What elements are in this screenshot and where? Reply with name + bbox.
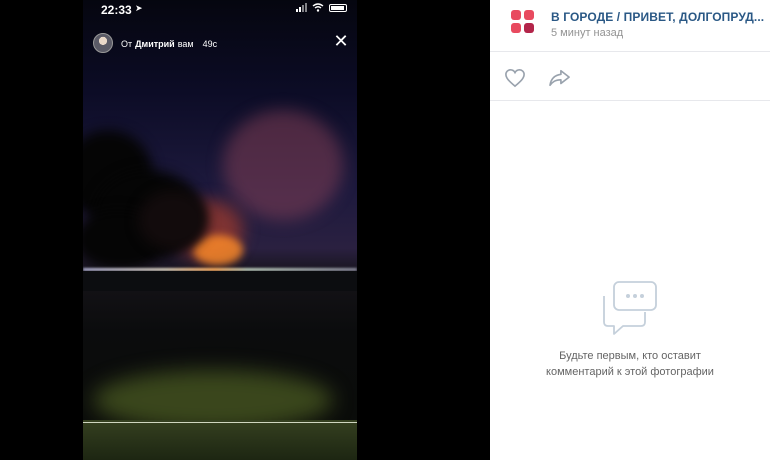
story-header: От Дмитрий вам 49с ✕ (83, 32, 357, 59)
location-arrow-icon: ➤ (135, 3, 143, 13)
story-photo[interactable]: 22:33 ➤ От Дмитрий вам 49с ✕ (83, 0, 357, 460)
group-name-link[interactable]: В ГОРОДЕ / ПРИВЕТ, ДОЛГОПРУД... (551, 10, 764, 24)
share-icon[interactable] (548, 68, 572, 88)
empty-comments-line1: Будьте первым, кто оставит (559, 350, 701, 362)
shoreline (83, 271, 357, 291)
comment-bubble-icon (603, 281, 657, 335)
smoke-cloud (138, 190, 208, 250)
empty-comments-line2: комментарий к этой фотографии (546, 366, 714, 378)
close-icon[interactable]: ✕ (333, 32, 349, 50)
status-time: 22:33 (101, 3, 132, 17)
post-panel: В ГОРОДЕ / ПРИВЕТ, ДОЛГОПРУД... 5 минут … (490, 0, 770, 460)
fire (193, 235, 243, 265)
post-time[interactable]: 5 минут назад (551, 27, 623, 39)
sky-glow (223, 110, 343, 220)
story-age: 49с (202, 39, 218, 49)
group-logo[interactable] (511, 10, 535, 34)
recipient: вам (177, 39, 194, 49)
fence (83, 422, 357, 423)
author-name[interactable]: Дмитрий (135, 39, 175, 49)
post-actions (490, 53, 770, 101)
lawn (83, 420, 357, 460)
heart-icon[interactable] (504, 68, 526, 88)
from-prefix: От (121, 39, 133, 49)
wifi-icon (312, 3, 324, 12)
photo-viewer: 22:33 ➤ От Дмитрий вам 49с ✕ (0, 0, 490, 460)
signal-icon (296, 3, 307, 12)
phone-status-bar: 22:33 ➤ (83, 0, 357, 20)
empty-comments: Будьте первым, кто оставит комментарий к… (490, 280, 770, 380)
battery-icon (329, 3, 347, 12)
post-header: В ГОРОДЕ / ПРИВЕТ, ДОЛГОПРУД... 5 минут … (490, 0, 770, 52)
avatar[interactable] (93, 33, 113, 53)
